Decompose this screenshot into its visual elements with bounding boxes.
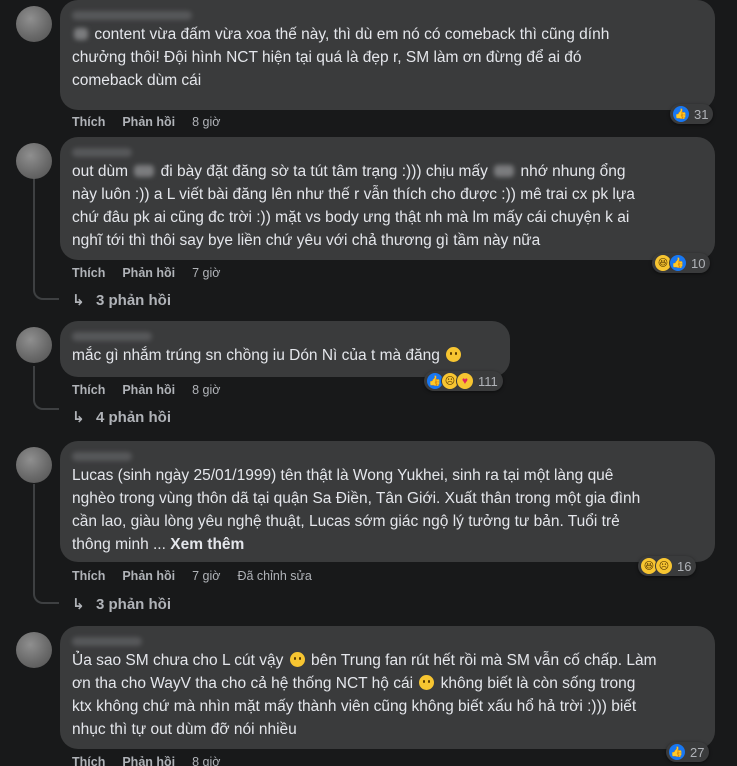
reply-button[interactable]: Phản hồi bbox=[122, 115, 175, 129]
sad-icon: ☹ bbox=[655, 557, 673, 575]
comment-line: Lucas (sinh ngày 25/01/1999) tên thật là… bbox=[72, 467, 614, 484]
comment-text: out dùm đi bày đặt đăng sờ ta tút tâm tr… bbox=[72, 160, 703, 252]
comment-actions: Thích Phản hồi 8 giờ bbox=[72, 754, 237, 766]
edited-label: Đã chỉnh sửa bbox=[237, 569, 312, 583]
comment-actions: Thích Phản hồi 8 giờ bbox=[72, 114, 237, 130]
reaction-summary[interactable]: 👍 27 bbox=[666, 742, 710, 762]
like-button[interactable]: Thích bbox=[72, 755, 105, 766]
like-icon: 👍 bbox=[669, 254, 687, 272]
timestamp[interactable]: 8 giờ bbox=[192, 383, 220, 397]
comment-line: chưởng thôi! Đội hình NCT hiện tại quá l… bbox=[72, 49, 582, 66]
thread-line bbox=[33, 484, 35, 594]
avatar[interactable] bbox=[16, 143, 52, 179]
smile-emoji-icon bbox=[289, 652, 305, 667]
comment-line: nghĩ tới thì thôi say bye liền chứ yêu v… bbox=[72, 232, 541, 249]
reply-button[interactable]: Phản hồi bbox=[122, 755, 175, 766]
thread-line bbox=[33, 366, 35, 396]
comment-text: Ủa sao SM chưa cho L cút vậy bên Trung f… bbox=[72, 649, 703, 741]
comment-line: nhục thì tự out dùm đỡ nói nhiều bbox=[72, 721, 297, 738]
comment-line: này luôn :)) a L viết bài đăng lên như t… bbox=[72, 186, 635, 203]
author-name-redacted[interactable] bbox=[72, 144, 703, 157]
like-icon: 👍 bbox=[668, 743, 686, 761]
thread-connector bbox=[33, 286, 59, 300]
comment-line: không biết là còn sống trong bbox=[440, 675, 636, 692]
reply-button[interactable]: Phản hồi bbox=[122, 266, 175, 280]
comment-bubble: mắc gì nhắm trúng sn chồng iu Dón Nì của… bbox=[60, 321, 510, 377]
author-name-redacted[interactable] bbox=[72, 633, 703, 646]
comment-bubble: Ủa sao SM chưa cho L cút vậy bên Trung f… bbox=[60, 626, 715, 749]
like-button[interactable]: Thích bbox=[72, 383, 105, 397]
comment-line: Ủa sao SM chưa cho L cút vậy bbox=[72, 652, 284, 669]
like-icon: 👍 bbox=[672, 105, 690, 123]
reaction-summary[interactable]: 😆 ☹ 16 bbox=[638, 556, 697, 576]
thread-connector bbox=[33, 396, 59, 410]
comment-line: out dùm bbox=[72, 163, 129, 180]
comment-feed: content vừa đấm vừa xoa thế này, thì dù … bbox=[0, 0, 737, 766]
author-name-redacted[interactable] bbox=[72, 7, 703, 20]
thread-connector bbox=[33, 590, 59, 604]
comment-line: ơn tha cho WayV tha cho cả hệ thống NCT … bbox=[72, 675, 414, 692]
reaction-summary[interactable]: 👍 31 bbox=[670, 104, 714, 124]
comment-actions: Thích Phản hồi 7 giờ Đã chỉnh sửa bbox=[72, 568, 312, 584]
crying-cat-emoji-icon bbox=[446, 347, 462, 362]
comment-line: nhớ nhung ổng bbox=[520, 163, 626, 180]
avatar[interactable] bbox=[16, 6, 52, 42]
reply-button[interactable]: Phản hồi bbox=[122, 569, 175, 583]
comment-line: chứ đâu pk ai cũng đc trời :)) mặt vs bo… bbox=[72, 209, 630, 226]
replies-count: 3 phản hồi bbox=[96, 291, 171, 309]
comment-line: đi bày đặt đăng sờ ta tút tâm trạng :)))… bbox=[160, 163, 488, 180]
comment-text: content vừa đấm vừa xoa thế này, thì dù … bbox=[72, 23, 703, 92]
smile-emoji-icon bbox=[419, 675, 435, 690]
comment-text: mắc gì nhắm trúng sn chồng iu Dón Nì của… bbox=[72, 344, 498, 367]
reaction-summary[interactable]: 👍 ☹ ♥ 111 bbox=[424, 371, 503, 391]
redacted-text bbox=[74, 28, 88, 40]
author-name-redacted[interactable] bbox=[72, 448, 703, 461]
reaction-summary[interactable]: 😆 👍 10 bbox=[652, 253, 711, 273]
reaction-count: 111 bbox=[478, 373, 498, 389]
timestamp[interactable]: 8 giờ bbox=[192, 115, 220, 129]
comment-text: Lucas (sinh ngày 25/01/1999) tên thật là… bbox=[72, 464, 703, 556]
thread-line bbox=[33, 178, 35, 288]
view-replies-link[interactable]: ↳ 3 phản hồi bbox=[72, 291, 171, 310]
like-button[interactable]: Thích bbox=[72, 266, 105, 280]
view-replies-link[interactable]: ↳ 3 phản hồi bbox=[72, 595, 171, 614]
like-button[interactable]: Thích bbox=[72, 569, 105, 583]
reaction-count: 31 bbox=[694, 106, 709, 122]
view-replies-link[interactable]: ↳ 4 phản hồi bbox=[72, 408, 171, 427]
author-name-redacted[interactable] bbox=[72, 328, 498, 341]
reply-button[interactable]: Phản hồi bbox=[122, 383, 175, 397]
redacted-text bbox=[494, 165, 515, 177]
reaction-count: 27 bbox=[690, 744, 705, 760]
reply-arrow-icon: ↳ bbox=[72, 596, 85, 613]
care-icon: ♥ bbox=[456, 372, 474, 390]
timestamp[interactable]: 7 giờ bbox=[192, 569, 220, 583]
comment-line: thông minh ... bbox=[72, 536, 166, 553]
comment-bubble: content vừa đấm vừa xoa thế này, thì dù … bbox=[60, 0, 715, 110]
comment-line: nghèo trong vùng thôn dã tại quận Sa Điề… bbox=[72, 490, 641, 507]
reaction-count: 16 bbox=[677, 558, 692, 574]
comment-line: mắc gì nhắm trúng sn chồng iu Dón Nì của… bbox=[72, 347, 440, 364]
reply-arrow-icon: ↳ bbox=[72, 409, 85, 426]
avatar[interactable] bbox=[16, 447, 52, 483]
comment-actions: Thích Phản hồi 7 giờ bbox=[72, 265, 237, 281]
redacted-text bbox=[134, 165, 155, 177]
comment-actions: Thích Phản hồi 8 giờ bbox=[72, 382, 237, 398]
timestamp[interactable]: 8 giờ bbox=[192, 755, 220, 766]
comment-line: content vừa đấm vừa xoa thế này, thì dù … bbox=[94, 26, 610, 43]
comment-line: comeback dùm cái bbox=[72, 72, 202, 89]
see-more-link[interactable]: Xem thêm bbox=[170, 536, 244, 553]
avatar[interactable] bbox=[16, 632, 52, 668]
replies-count: 3 phản hồi bbox=[96, 595, 171, 613]
comment-line: bên Trung fan rút hết rồi mà SM vẫn cố c… bbox=[311, 652, 657, 669]
like-button[interactable]: Thích bbox=[72, 115, 105, 129]
reply-arrow-icon: ↳ bbox=[72, 292, 85, 309]
avatar[interactable] bbox=[16, 327, 52, 363]
comment-line: ktx không chứ mà nhìn mặt mấy thành viên… bbox=[72, 698, 637, 715]
comment-bubble: out dùm đi bày đặt đăng sờ ta tút tâm tr… bbox=[60, 137, 715, 260]
timestamp[interactable]: 7 giờ bbox=[192, 266, 220, 280]
comment-bubble: Lucas (sinh ngày 25/01/1999) tên thật là… bbox=[60, 441, 715, 562]
reaction-count: 10 bbox=[691, 255, 706, 271]
comment-line: cần lao, giàu lòng yêu nghệ thuật, Lucas… bbox=[72, 513, 620, 530]
replies-count: 4 phản hồi bbox=[96, 408, 171, 426]
